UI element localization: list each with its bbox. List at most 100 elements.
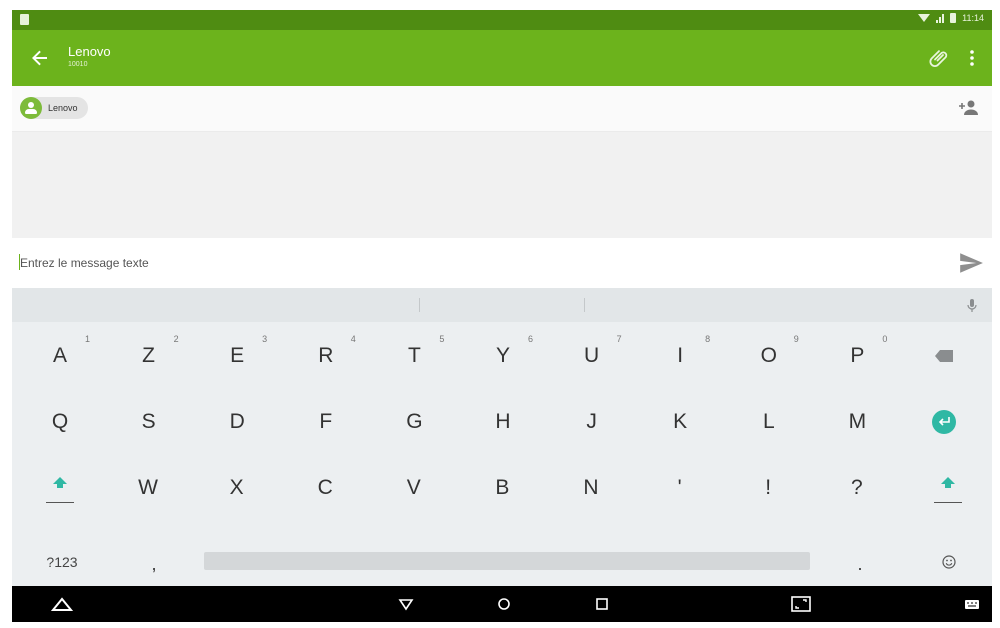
key-w[interactable]: W bbox=[104, 458, 192, 518]
message-list bbox=[12, 132, 992, 238]
key-hint: 0 bbox=[882, 334, 888, 344]
key-hint: 4 bbox=[350, 334, 356, 344]
key-hint: 5 bbox=[439, 334, 445, 344]
shift-icon bbox=[46, 473, 74, 503]
status-icons: 11:14 bbox=[918, 13, 984, 23]
key-r[interactable]: R4 bbox=[282, 326, 370, 386]
key-hint: 6 bbox=[527, 334, 533, 344]
arrow-left-icon bbox=[32, 50, 47, 66]
key-n[interactable]: N bbox=[547, 458, 635, 518]
key-m[interactable]: M bbox=[813, 392, 901, 452]
back-nav-button[interactable] bbox=[398, 594, 414, 614]
key-x[interactable]: X bbox=[193, 458, 281, 518]
key-label: I bbox=[677, 344, 684, 367]
message-input[interactable] bbox=[20, 250, 920, 276]
key-c[interactable]: C bbox=[281, 458, 369, 518]
screen: 11:14 Lenovo 10010 Lenovo Entrez le mess… bbox=[12, 10, 992, 622]
key-label: A bbox=[52, 344, 67, 367]
key-e[interactable]: E3 bbox=[193, 326, 281, 386]
key-exclamation[interactable]: ! bbox=[724, 458, 812, 518]
key-u[interactable]: U7 bbox=[548, 326, 636, 386]
key-label: R bbox=[318, 344, 334, 367]
backspace-icon bbox=[935, 350, 953, 362]
key-question[interactable]: ? bbox=[813, 458, 901, 518]
conversation-header: Lenovo 10010 bbox=[68, 44, 111, 70]
key-hint: 1 bbox=[84, 334, 90, 344]
signal-icon bbox=[936, 13, 945, 23]
recents-square-icon bbox=[596, 598, 608, 610]
enter-icon bbox=[932, 410, 956, 434]
key-o[interactable]: O9 bbox=[725, 326, 813, 386]
screenshot-icon bbox=[791, 596, 811, 612]
shift-icon bbox=[934, 473, 962, 503]
key-b[interactable]: B bbox=[458, 458, 546, 518]
recipient-chip[interactable]: Lenovo bbox=[20, 97, 88, 119]
person-add-icon bbox=[959, 100, 978, 115]
suggestion-strip bbox=[12, 288, 992, 322]
back-button[interactable] bbox=[28, 46, 52, 70]
emoji-icon bbox=[942, 555, 956, 569]
paperclip-icon bbox=[929, 50, 948, 68]
key-j[interactable]: J bbox=[548, 392, 636, 452]
key-z[interactable]: Z2 bbox=[105, 326, 193, 386]
key-i[interactable]: I8 bbox=[636, 326, 724, 386]
key-k[interactable]: K bbox=[636, 392, 724, 452]
recents-button[interactable] bbox=[594, 594, 610, 614]
keyboard-hide-icon bbox=[50, 597, 74, 611]
navigation-bar bbox=[12, 586, 992, 622]
key-hint: 9 bbox=[793, 334, 799, 344]
suggestion-divider bbox=[584, 298, 585, 312]
key-h[interactable]: H bbox=[459, 392, 547, 452]
voice-input-button[interactable] bbox=[966, 298, 978, 314]
key-label: O bbox=[760, 344, 777, 367]
key-y[interactable]: Y6 bbox=[459, 326, 547, 386]
key-hint: 8 bbox=[705, 334, 711, 344]
contact-avatar-icon bbox=[20, 97, 42, 119]
compose-bar bbox=[12, 238, 992, 288]
send-button[interactable] bbox=[958, 250, 984, 276]
shift-key-right[interactable] bbox=[904, 458, 992, 518]
key-s[interactable]: S bbox=[105, 392, 193, 452]
recipient-row: Lenovo bbox=[12, 86, 992, 132]
key-v[interactable]: V bbox=[370, 458, 458, 518]
key-label: Z bbox=[142, 344, 155, 367]
key-apostrophe[interactable]: ' bbox=[636, 458, 724, 518]
key-l[interactable]: L bbox=[725, 392, 813, 452]
keyboard-switch-button[interactable] bbox=[964, 594, 980, 614]
attach-button[interactable] bbox=[928, 46, 952, 70]
emoji-key[interactable] bbox=[905, 532, 992, 592]
symbols-key[interactable]: ?123 bbox=[18, 532, 106, 592]
app-bar: Lenovo 10010 bbox=[12, 30, 992, 86]
key-label: Y bbox=[495, 344, 510, 367]
key-label: P bbox=[850, 344, 865, 367]
notification-icon bbox=[20, 14, 29, 25]
key-p[interactable]: P0 bbox=[813, 326, 901, 386]
key-d[interactable]: D bbox=[193, 392, 281, 452]
home-button[interactable] bbox=[496, 594, 512, 614]
space-key[interactable] bbox=[204, 552, 810, 570]
back-triangle-icon bbox=[398, 599, 414, 611]
period-key[interactable]: . bbox=[816, 534, 904, 594]
key-t[interactable]: T5 bbox=[370, 326, 458, 386]
key-g[interactable]: G bbox=[370, 392, 458, 452]
key-q[interactable]: Q bbox=[16, 392, 104, 452]
screenshot-button[interactable] bbox=[790, 594, 812, 614]
suggestion-divider bbox=[419, 298, 420, 312]
key-f[interactable]: F bbox=[282, 392, 370, 452]
recipient-name: Lenovo bbox=[48, 103, 78, 113]
hide-keyboard-button[interactable] bbox=[50, 594, 74, 614]
conversation-subtitle: 10010 bbox=[68, 61, 88, 68]
comma-key[interactable]: , bbox=[110, 534, 198, 594]
key-label: E bbox=[230, 344, 245, 367]
key-label: U bbox=[584, 344, 600, 367]
enter-key[interactable] bbox=[900, 392, 988, 452]
key-hint: 7 bbox=[616, 334, 622, 344]
keyboard-icon bbox=[965, 600, 979, 609]
shift-key-left[interactable] bbox=[16, 458, 104, 518]
send-icon bbox=[960, 253, 983, 273]
keyboard: A1Z2E3R4T5Y6U7I8O9P0 QSDFGHJKLM W X C V B N '!… bbox=[12, 288, 992, 586]
more-options-button[interactable] bbox=[962, 46, 982, 70]
backspace-key[interactable] bbox=[900, 326, 988, 386]
key-a[interactable]: A1 bbox=[16, 326, 104, 386]
add-recipient-button[interactable] bbox=[956, 96, 980, 120]
